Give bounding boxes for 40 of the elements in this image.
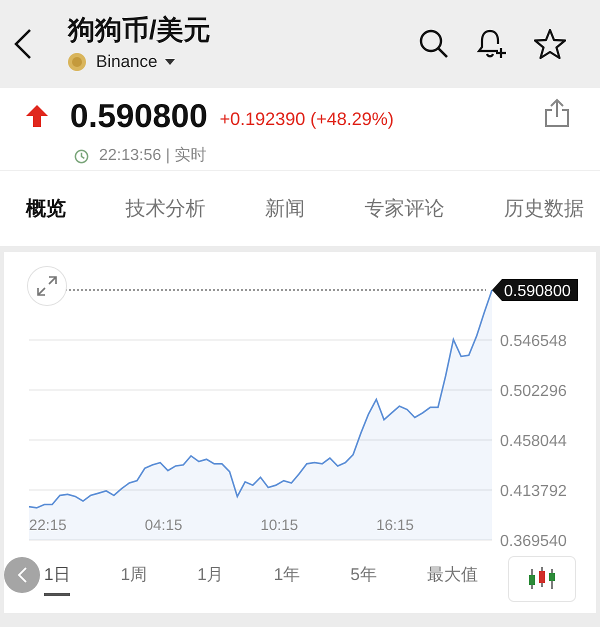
range-tab[interactable]: 1日 [44,562,70,596]
back-icon[interactable] [12,28,34,60]
tab[interactable]: 新闻 [265,194,305,224]
clock-icon [74,148,89,164]
x-axis-label: 16:15 [376,517,414,534]
range-tab[interactable]: 最大值 [426,562,478,596]
search-icon[interactable] [418,28,450,60]
caret-icon [165,59,176,65]
quote-time: 22:13:56 | 实时 [99,146,206,166]
range-tab[interactable]: 1周 [120,562,148,596]
y-axis-label: 0.369540 [500,533,567,548]
pair-title: 狗狗币/美元 [68,14,211,48]
tab[interactable]: 概览 [26,194,66,224]
exchange-dropdown[interactable]: Binance [96,49,176,75]
share-icon[interactable] [544,98,570,128]
range-tab[interactable]: 5年 [350,562,377,596]
x-axis-label: 10:15 [260,517,298,534]
expand-icon [36,275,58,297]
y-axis-label: 0.546548 [500,333,567,350]
tab[interactable]: 历史数据 [504,194,584,224]
price: 0.590800 [70,96,208,136]
candlestick-icon [528,567,556,591]
current-price-badge: 0.590800 [492,279,578,301]
range-tab[interactable]: 1年 [274,562,300,596]
coin-icon [68,53,86,71]
x-axis-label: 22:15 [29,517,67,534]
y-axis-label: 0.458044 [500,433,567,450]
expand-button[interactable] [27,266,67,306]
bell-plus-icon[interactable] [476,28,508,60]
y-axis-label: 0.413792 [500,483,567,500]
price-change: +0.192390 (+48.29%) [220,108,394,131]
tab[interactable]: 专家评论 [364,194,444,224]
candlestick-button[interactable] [508,556,576,602]
x-axis-label: 04:15 [144,517,182,534]
range-tab[interactable]: 1月 [197,562,224,596]
star-icon[interactable] [534,28,566,60]
up-arrow-icon [26,105,48,127]
back-icon [17,567,27,583]
tab[interactable]: 技术分析 [126,194,206,224]
y-axis-label: 0.502296 [500,383,567,400]
